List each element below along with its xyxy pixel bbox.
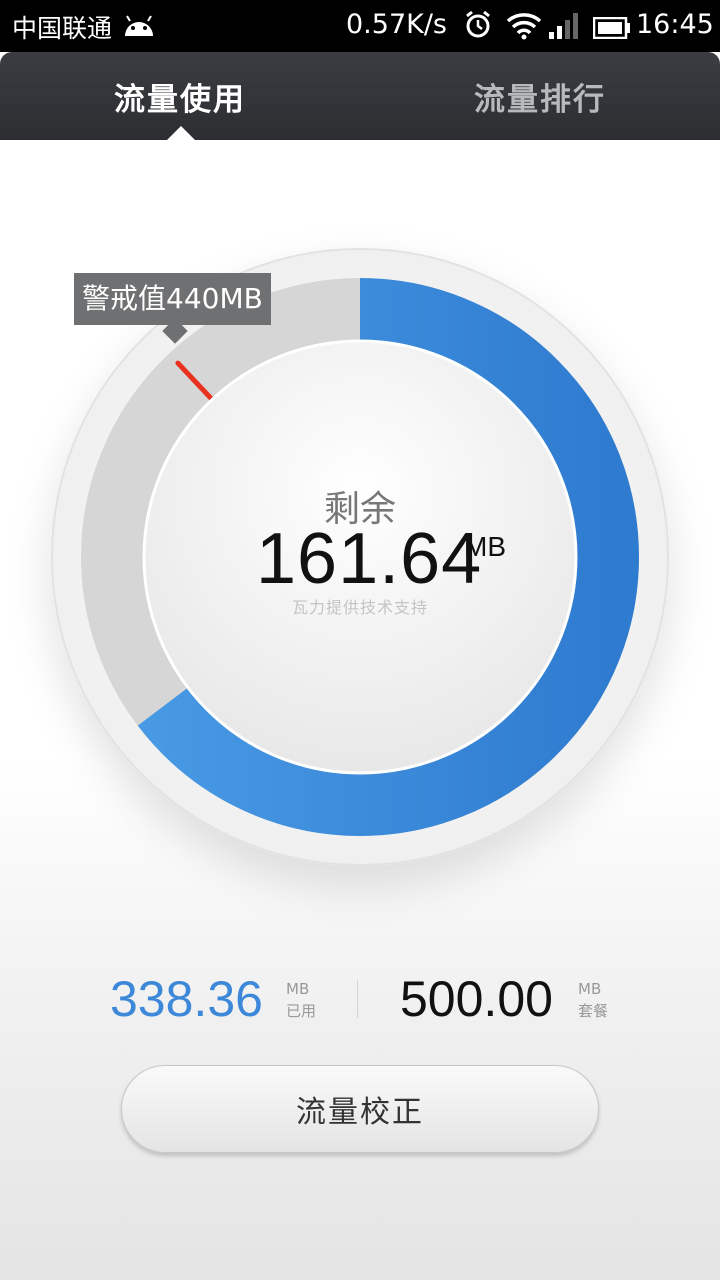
plan-label: 套餐	[578, 1002, 609, 1020]
tab-bar: 流量使用 流量排行	[0, 52, 720, 140]
battery-icon	[592, 16, 631, 46]
wifi-icon	[506, 12, 542, 47]
carrier-name: 中国联通	[12, 14, 113, 43]
warning-threshold-tip: 警戒值440MB	[74, 273, 271, 325]
alarm-icon	[463, 10, 493, 47]
status-bar: 中国联通 0.57K/s 16:45	[0, 0, 720, 52]
plan-value: 500.00	[400, 971, 553, 1027]
used-unit: MB	[286, 980, 310, 998]
android-icon	[122, 12, 156, 45]
used-value: 338.36	[110, 971, 263, 1027]
active-tab-indicator	[167, 126, 195, 140]
plan-unit: MB	[578, 980, 602, 998]
provider-credit: 瓦力提供技术支持	[291, 598, 428, 617]
network-speed: 0.57K/s	[346, 9, 447, 40]
stats-divider	[357, 980, 358, 1018]
tab-traffic-ranking[interactable]: 流量排行	[360, 52, 720, 140]
traffic-calibrate-button[interactable]: 流量校正	[121, 1065, 599, 1153]
remaining-value: 161.64	[256, 519, 483, 599]
signal-icon	[548, 12, 580, 47]
remaining-unit: MB	[464, 531, 506, 562]
used-label: 已用	[286, 1002, 317, 1020]
clock: 16:45	[636, 9, 714, 40]
